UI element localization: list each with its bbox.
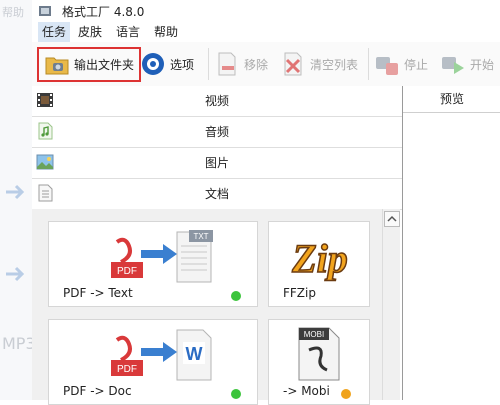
tool-label: -> Mobi [283, 384, 330, 398]
category-label: 文档 [204, 187, 229, 201]
tool-grid-scrollbar[interactable] [382, 209, 400, 400]
options-button[interactable]: 选项 [140, 47, 194, 81]
word-letter-text: W [186, 344, 203, 364]
background-menu-text: 帮助 [2, 6, 24, 19]
output-folder-button[interactable]: 输出文件夹 [37, 47, 142, 82]
category-label: 音频 [204, 125, 229, 139]
tool-to-mobi[interactable]: MOBI -> Mobi [268, 319, 370, 405]
background-arrow-icon [6, 184, 25, 200]
remove-label: 移除 [244, 57, 269, 72]
tool-label: PDF -> Text [63, 286, 133, 300]
options-label: 选项 [170, 57, 195, 72]
tool-label: PDF -> Doc [63, 384, 132, 398]
category-label: 视频 [204, 94, 229, 108]
background-mp3-text: MP3 [2, 334, 33, 353]
stop-icon [376, 57, 398, 75]
status-dot [231, 291, 241, 301]
status-dot [231, 389, 241, 399]
mobi-badge-text: MOBI [304, 330, 324, 339]
pdf-badge-text: PDF [117, 364, 137, 375]
menu-bar: 任务 皮肤 语言 帮助 [32, 22, 500, 42]
scroll-up-button[interactable] [384, 211, 400, 227]
window-title: 格式工厂 4.8.0 [62, 5, 145, 19]
clear-list-label: 清空列表 [310, 57, 359, 72]
pdf-to-text-icon: TXT PDF [111, 230, 213, 283]
menu-task[interactable]: 任务 [38, 22, 71, 42]
stop-label: 停止 [404, 57, 429, 72]
remove-doc-icon [218, 52, 236, 76]
start-icon [442, 57, 464, 74]
category-image[interactable]: 图片 [32, 148, 402, 179]
tool-pdf-to-text[interactable]: TXT PDF PDF -> Text [48, 221, 258, 307]
chevron-up-icon [387, 215, 397, 222]
menu-language[interactable]: 语言 [112, 22, 144, 42]
menu-skin[interactable]: 皮肤 [74, 22, 106, 42]
app-logo-icon [39, 6, 51, 16]
remove-button[interactable]: 移除 [214, 47, 268, 81]
tool-pdf-to-doc[interactable]: W PDF PDF -> Doc [48, 319, 258, 405]
title-bar: 格式工厂 4.8.0 [32, 0, 500, 23]
category-label: 图片 [204, 156, 229, 170]
tool-grid: TXT PDF PDF -> Text Zip FFZip W PDF PDF … [32, 209, 382, 405]
mobi-icon: MOBI [298, 327, 340, 381]
toolbar-separator [208, 48, 209, 80]
category-video[interactable]: 视频 [32, 86, 402, 117]
preview-header: 预览 [403, 86, 500, 113]
status-dot [341, 389, 351, 399]
zip-logo-text: Zip [291, 236, 348, 281]
pdf-to-doc-icon: W PDF [111, 329, 212, 381]
pdf-badge-text: PDF [117, 266, 137, 277]
preview-panel: 预览 [402, 86, 500, 400]
folder-icon [45, 57, 69, 74]
start-label: 开始 [470, 57, 495, 72]
category-document[interactable]: 文档 [32, 179, 402, 210]
txt-badge-text: TXT [193, 232, 208, 241]
zip-logo-icon: Zip [290, 235, 348, 282]
output-folder-label: 输出文件夹 [74, 58, 135, 72]
category-audio[interactable]: 音频 [32, 117, 402, 148]
options-gear-icon [142, 53, 164, 75]
clear-list-icon [284, 52, 302, 76]
toolbar: 输出文件夹 选项 移除 清空列表 停止 开始 [32, 42, 500, 87]
menu-help[interactable]: 帮助 [150, 22, 182, 42]
tool-label: FFZip [283, 286, 316, 300]
start-button[interactable]: 开始 [440, 47, 494, 81]
background-window: 帮助 MP3 [0, 0, 33, 400]
stop-button[interactable]: 停止 [374, 47, 428, 81]
background-arrow-icon [6, 266, 25, 282]
tool-ffzip[interactable]: Zip FFZip [268, 221, 370, 307]
toolbar-separator [368, 48, 369, 80]
clear-list-button[interactable]: 清空列表 [280, 47, 358, 81]
